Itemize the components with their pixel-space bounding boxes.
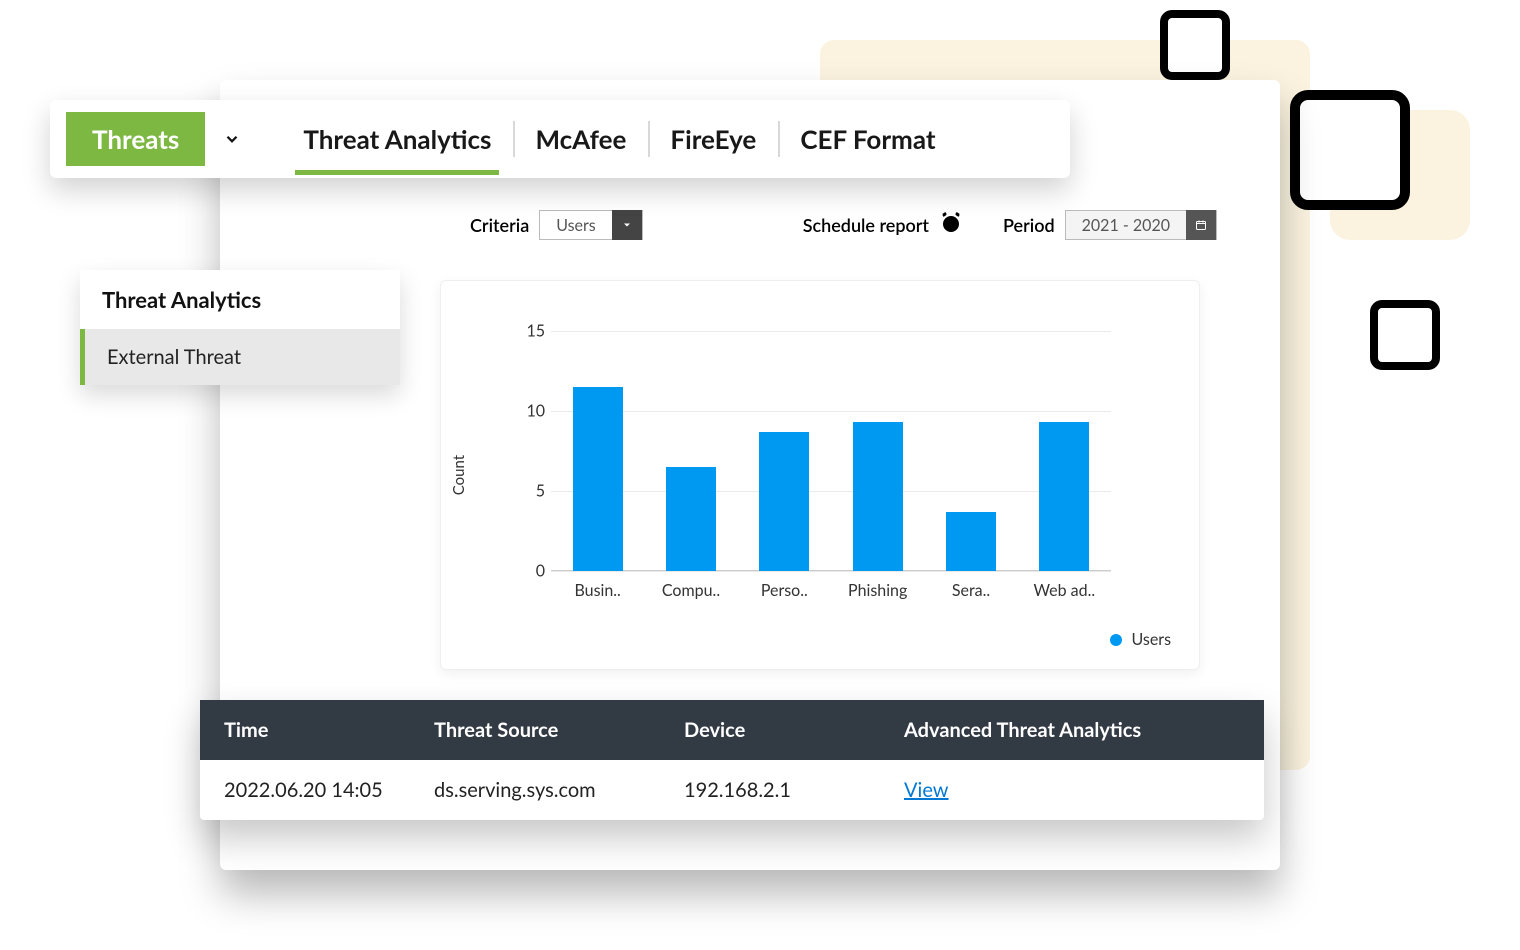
schedule-report[interactable]: Schedule report xyxy=(803,211,963,239)
period-select[interactable]: 2021 - 2020 xyxy=(1065,210,1217,240)
cell-time: 2022.06.20 14:05 xyxy=(200,760,410,820)
chart-ytick: 15 xyxy=(515,322,545,341)
cell-device: 192.168.2.1 xyxy=(660,760,880,820)
sidebar-item-external-threat[interactable]: External Threat xyxy=(80,329,400,385)
chart-ytick: 5 xyxy=(515,482,545,501)
chart-bar xyxy=(573,387,623,571)
deco-outline-square-1 xyxy=(1160,10,1230,80)
chart-ytick: 0 xyxy=(515,562,545,581)
chart-xtick: Web ad.. xyxy=(1024,581,1104,600)
threats-label: Threats xyxy=(66,123,205,155)
legend-dot-icon xyxy=(1110,634,1122,646)
chart: Count 051015 Users Busin..Compu..Perso..… xyxy=(441,281,1199,669)
chart-bar xyxy=(853,422,903,571)
criteria-select[interactable]: Users xyxy=(539,210,642,240)
threats-dropdown[interactable]: Threats xyxy=(66,112,259,166)
chart-gridline xyxy=(551,491,1111,492)
criteria-group: Criteria Users xyxy=(470,210,643,240)
chart-bar xyxy=(1039,422,1089,571)
legend-label: Users xyxy=(1132,630,1171,649)
chevron-down-icon xyxy=(205,112,259,166)
criteria-value: Users xyxy=(540,216,611,235)
sidebar-header: Threat Analytics xyxy=(80,270,400,329)
chart-xtick: Compu.. xyxy=(651,581,731,600)
chart-ytick: 10 xyxy=(515,402,545,421)
chart-plot-area: 051015 xyxy=(551,331,1111,571)
sidebar: Threat Analytics External Threat xyxy=(80,270,400,385)
chart-bar xyxy=(946,512,996,571)
chevron-down-icon xyxy=(612,210,642,240)
th-source: Threat Source xyxy=(410,700,660,760)
threat-table: Time Threat Source Device Advanced Threa… xyxy=(200,700,1264,820)
period-group: Period 2021 - 2020 xyxy=(1003,210,1217,240)
chart-gridline xyxy=(551,331,1111,332)
options-bar: Criteria Users Schedule report Period 20… xyxy=(470,210,1470,240)
alarm-clock-icon xyxy=(939,211,963,239)
chart-xtick: Perso.. xyxy=(744,581,824,600)
criteria-label: Criteria xyxy=(470,214,529,236)
chart-bar xyxy=(759,432,809,571)
deco-outline-square-2 xyxy=(1290,90,1410,210)
th-time: Time xyxy=(200,700,410,760)
calendar-icon xyxy=(1186,210,1216,240)
th-advanced: Advanced Threat Analytics xyxy=(880,700,1264,760)
tab-fireeye[interactable]: FireEye xyxy=(648,115,778,163)
chart-gridline xyxy=(551,571,1111,572)
chart-card: Count 051015 Users Busin..Compu..Perso..… xyxy=(440,280,1200,670)
chart-xtick: Busin.. xyxy=(558,581,638,600)
cell-source: ds.serving.sys.com xyxy=(410,760,660,820)
chart-bar xyxy=(666,467,716,571)
period-value: 2021 - 2020 xyxy=(1066,216,1186,235)
tab-mcafee[interactable]: McAfee xyxy=(513,115,648,163)
period-label: Period xyxy=(1003,214,1055,236)
th-device: Device xyxy=(660,700,880,760)
view-link[interactable]: View xyxy=(904,778,949,802)
chart-legend: Users xyxy=(1110,630,1171,649)
tab-threat-analytics[interactable]: Threat Analytics xyxy=(281,115,513,163)
table-header: Time Threat Source Device Advanced Threa… xyxy=(200,700,1264,760)
table-row: 2022.06.20 14:05 ds.serving.sys.com 192.… xyxy=(200,760,1264,820)
deco-outline-square-3 xyxy=(1370,300,1440,370)
chart-ylabel: Count xyxy=(450,455,468,495)
view-tabs: Threat Analytics McAfee FireEye CEF Form… xyxy=(281,115,957,163)
tab-bar: Threats Threat Analytics McAfee FireEye … xyxy=(50,100,1070,178)
chart-xtick: Phishing xyxy=(838,581,918,600)
chart-xtick: Sera.. xyxy=(931,581,1011,600)
schedule-label: Schedule report xyxy=(803,214,929,236)
chart-gridline xyxy=(551,411,1111,412)
tab-cef-format[interactable]: CEF Format xyxy=(778,115,957,163)
